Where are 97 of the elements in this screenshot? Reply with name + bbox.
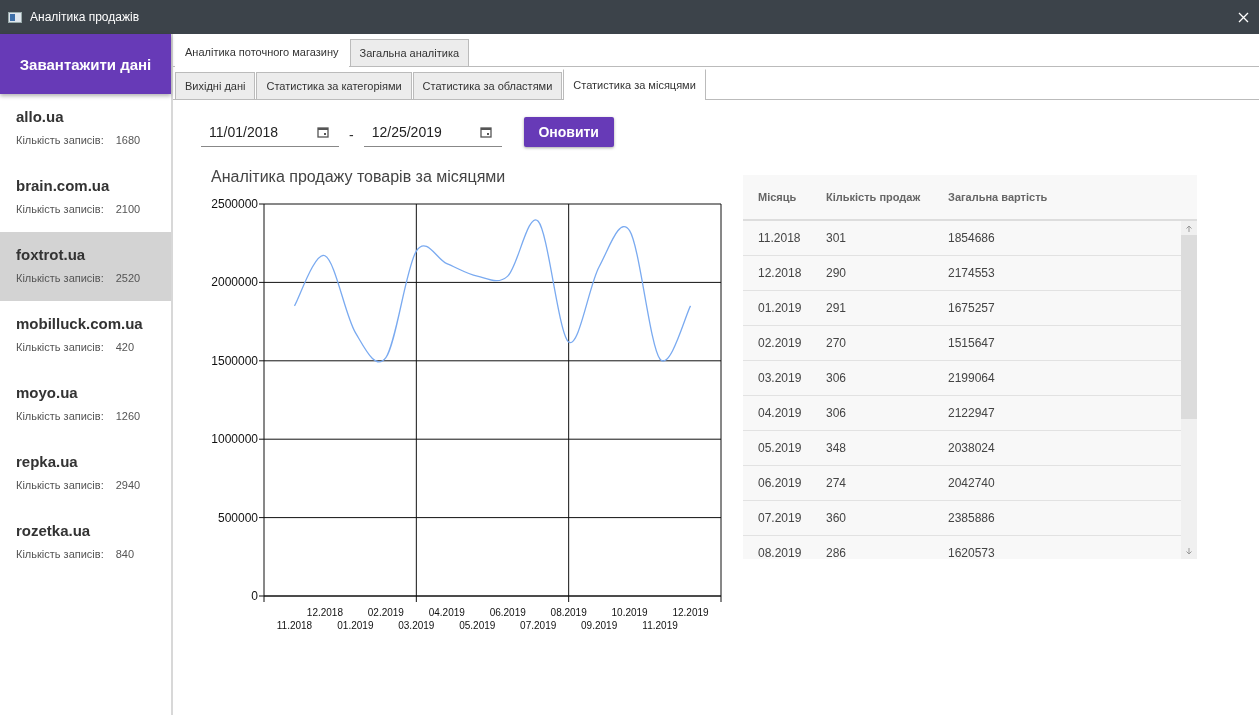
calendar-icon[interactable] xyxy=(317,125,329,138)
table-cell-text: 03.2019 xyxy=(757,371,803,385)
count-value: 2940 xyxy=(115,479,141,491)
date-field[interactable]: 12/25/2019 xyxy=(363,117,502,147)
store-item[interactable]: brain.com.ua Кількість записів: 2100 xyxy=(0,163,171,232)
table-cell-text: 12.2018 xyxy=(757,266,803,280)
window-title: Аналітика продажів xyxy=(30,10,141,24)
store-item[interactable]: rozetka.ua Кількість записів: 840 xyxy=(0,508,171,577)
column-header: Кількість продаж xyxy=(825,191,922,203)
axis-label: 2500000 xyxy=(211,197,258,211)
table-cell-text: 02.2019 xyxy=(757,336,803,350)
tab[interactable]: Загальна аналітика xyxy=(349,39,470,66)
axis-label: 07.2019 xyxy=(520,620,557,631)
refresh-button[interactable]: Оновити xyxy=(523,117,614,147)
tab[interactable]: Вихідні дані xyxy=(175,72,256,99)
count-value: 2100 xyxy=(115,203,141,215)
table-cell-text: 306 xyxy=(825,371,848,385)
axis-label: 12.2018 xyxy=(306,607,343,618)
axis-label: 06.2019 xyxy=(489,607,526,618)
table-cell-text: 306 xyxy=(825,406,848,420)
axis-label: 500000 xyxy=(217,510,258,525)
table-cell-text: 08.2019 xyxy=(757,546,803,559)
axis-label: 0 xyxy=(251,589,258,603)
axis-label: 11.2018 xyxy=(276,620,313,631)
table-cell-text: 04.2019 xyxy=(757,406,803,420)
column-header: Місяць xyxy=(757,191,798,203)
tab[interactable]: Статистика за областями xyxy=(412,72,563,99)
table-cell-text: 2122947 xyxy=(947,406,996,420)
store-item[interactable]: foxtrot.ua Кількість записів: 2520 xyxy=(0,232,171,301)
axis-label: 04.2019 xyxy=(428,607,465,618)
calendar-icon[interactable] xyxy=(479,125,492,138)
store-name: brain.com.ua xyxy=(16,177,111,194)
table-cell-text: 290 xyxy=(825,266,848,280)
table-cell-text: 270 xyxy=(825,336,848,350)
axis-label: 09.2019 xyxy=(581,620,618,631)
store-name: repka.ua xyxy=(16,453,79,470)
table-cell-text: 2042740 xyxy=(947,476,996,490)
count-label: Кількість записів: xyxy=(16,272,104,284)
axis-label: 1000000 xyxy=(211,432,258,447)
count-label: Кількість записів: xyxy=(16,341,104,353)
count-label: Кількість записів: xyxy=(16,134,104,146)
table-cell-text: 2174553 xyxy=(947,266,996,280)
store-name: foxtrot.ua xyxy=(16,246,87,263)
axis-label: 08.2019 xyxy=(550,607,587,618)
table-cell-text: 01.2019 xyxy=(757,301,803,315)
date-field[interactable]: 11/01/2018 xyxy=(201,117,339,147)
table-cell-text: 11.2018 xyxy=(757,231,802,245)
count-value: 840 xyxy=(115,548,135,560)
table-cell-text: 1515647 xyxy=(947,336,996,350)
store-item[interactable]: moyo.ua Кількість записів: 1260 xyxy=(0,370,171,439)
count-value: 420 xyxy=(115,341,135,353)
table-cell-text: 348 xyxy=(825,441,848,455)
tab[interactable]: Статистика за місяцями xyxy=(563,69,706,100)
store-name: allo.ua xyxy=(16,108,65,125)
axis-label: 10.2019 xyxy=(611,607,648,618)
store-item[interactable]: mobilluck.com.ua Кількість записів: 420 xyxy=(0,301,171,370)
tab[interactable]: Статистика за категоріями xyxy=(256,72,412,99)
axis-label: 02.2019 xyxy=(367,607,404,618)
date-separator: - xyxy=(349,127,354,143)
table-cell-text: 07.2019 xyxy=(757,511,803,525)
close-icon[interactable] xyxy=(1238,11,1249,23)
table-cell-text: 360 xyxy=(825,511,848,525)
load-data-button[interactable]: Завантажити дані xyxy=(0,34,171,94)
axis-label: 12.2019 xyxy=(672,607,709,618)
count-label: Кількість записів: xyxy=(16,479,104,491)
table-cell-text: 1854686 xyxy=(947,231,996,245)
table-cell-text: 291 xyxy=(825,301,848,315)
axis-label: 11.2019 xyxy=(642,620,678,631)
table-cell-text: 286 xyxy=(825,546,848,559)
window-icon xyxy=(8,11,22,23)
table-cell-text: 2038024 xyxy=(947,441,996,455)
count-value: 1260 xyxy=(115,410,141,422)
store-item[interactable]: repka.ua Кількість записів: 2940 xyxy=(0,439,171,508)
count-value: 2520 xyxy=(115,272,141,284)
table-cell-text: 2199064 xyxy=(947,371,996,385)
count-label: Кількість записів: xyxy=(16,548,104,560)
count-label: Кількість записів: xyxy=(16,410,104,422)
store-name: moyo.ua xyxy=(16,384,79,401)
store-item[interactable]: allo.ua Кількість записів: 1680 xyxy=(0,94,171,163)
table-cell-text: 05.2019 xyxy=(757,441,803,455)
axis-label: 05.2019 xyxy=(459,620,496,631)
store-name: mobilluck.com.ua xyxy=(16,315,144,332)
axis-label: 03.2019 xyxy=(398,620,435,631)
count-label: Кількість записів: xyxy=(16,203,104,215)
axis-label: 01.2019 xyxy=(337,620,374,631)
store-name: rozetka.ua xyxy=(16,522,92,539)
axis-label: 1500000 xyxy=(211,353,258,368)
table-cell-text: 1620573 xyxy=(947,546,996,559)
table-cell-text: 06.2019 xyxy=(757,476,803,490)
table-cell-text: 301 xyxy=(825,231,848,245)
count-value: 1680 xyxy=(115,134,141,146)
table-cell-text: 274 xyxy=(825,476,848,490)
table-cell-text: 2385886 xyxy=(947,511,996,525)
chart-title: Аналітика продажу товарів за місяцями xyxy=(211,168,507,186)
column-header: Загальна вартість xyxy=(947,191,1049,203)
table-cell-text: 1675257 xyxy=(947,301,996,315)
axis-label: 2000000 xyxy=(211,275,258,290)
